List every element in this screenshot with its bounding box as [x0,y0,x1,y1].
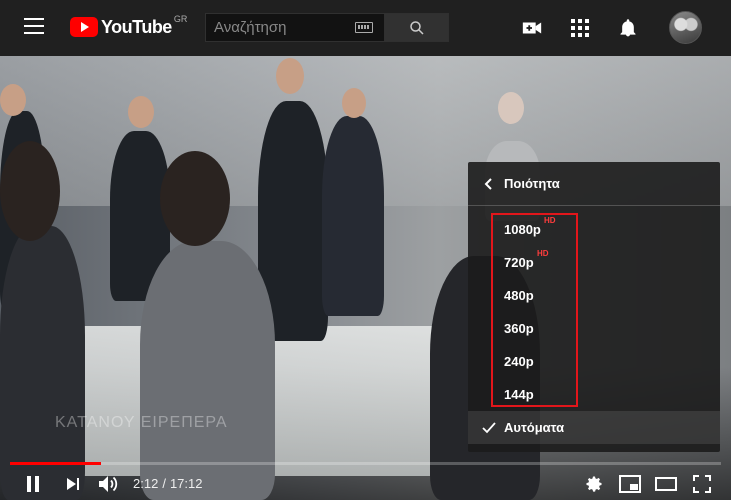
youtube-logo[interactable]: YouTube GR [70,14,188,38]
notifications-button[interactable] [616,16,640,40]
video-watermark: ΚΑΤΑΝΟΥ ΕΙΡΕΠΕΡΑ [55,414,228,431]
volume-icon [99,476,118,492]
hd-badge: HD [537,249,549,258]
quality-option-240p[interactable]: 240p [468,345,720,378]
quality-option-144p[interactable]: 144p [468,378,720,411]
quality-option-720p[interactable]: 720p HD [468,246,720,279]
current-time: 2:12 [133,476,159,491]
top-bar: YouTube GR [0,0,731,56]
duration: 17:12 [169,476,203,491]
quality-settings-menu: Ποιότητα 1080p HD 720p HD 480p 360p 240p 1… [468,162,720,452]
apps-grid-icon [571,19,589,37]
account-avatar[interactable] [669,11,702,44]
pause-button[interactable] [21,472,45,496]
theater-mode-button[interactable] [654,472,678,496]
miniplayer-icon [619,475,641,493]
player-controls: 2:12 / 17:12 [0,468,731,500]
keyboard-icon[interactable] [355,22,373,33]
video-figure [0,226,85,500]
chevron-left-icon [484,177,492,190]
time-separator: / [162,476,166,491]
gear-icon [586,476,602,492]
create-video-button[interactable] [520,16,544,40]
video-figure-head [276,58,304,94]
theater-mode-icon [655,477,677,491]
time-display: 2:12 / 17:12 [133,476,202,491]
quality-menu-back[interactable]: Ποιότητα [468,162,720,206]
hamburger-menu-icon[interactable] [24,18,44,34]
video-figure [322,116,384,316]
quality-menu-title: Ποιότητα [504,176,560,191]
video-figure-head [128,96,154,128]
logo-text: YouTube [101,16,172,37]
video-figure-head [498,92,524,124]
search-button[interactable] [385,13,449,42]
quality-option-360p[interactable]: 360p [468,312,720,345]
search-icon [409,20,424,35]
quality-option-auto[interactable]: Αυτόματα [468,411,720,444]
video-figure-head [342,88,366,118]
next-icon [67,478,79,490]
fullscreen-button[interactable] [690,472,714,496]
quality-option-1080p[interactable]: 1080p HD [468,213,720,246]
bell-icon [620,19,636,37]
pause-icon [27,476,39,492]
play-logo-icon [70,17,98,37]
quality-option-label: 720p HD [504,249,549,270]
progress-played [10,462,101,465]
fullscreen-icon [693,475,711,493]
logo-region: GR [173,14,188,24]
progress-bar[interactable] [10,462,721,465]
video-figure-head [0,84,26,116]
settings-button[interactable] [582,472,606,496]
volume-button[interactable] [97,472,121,496]
miniplayer-button[interactable] [618,472,642,496]
apps-button[interactable] [568,16,592,40]
quality-option-label: 144p [504,387,534,402]
quality-option-label: Αυτόματα [504,420,565,435]
hd-badge: HD [544,216,556,225]
video-create-icon [522,22,542,34]
quality-option-480p[interactable]: 480p [468,279,720,312]
checkmark-icon [482,421,496,433]
video-figure-head [160,151,230,246]
search-bar [205,13,449,42]
quality-option-label: 240p [504,354,534,369]
quality-option-label: 360p [504,321,534,336]
next-button[interactable] [61,472,85,496]
quality-option-label: 1080p HD [504,216,556,237]
quality-option-label: 480p [504,288,534,303]
video-figure-head [0,141,60,241]
